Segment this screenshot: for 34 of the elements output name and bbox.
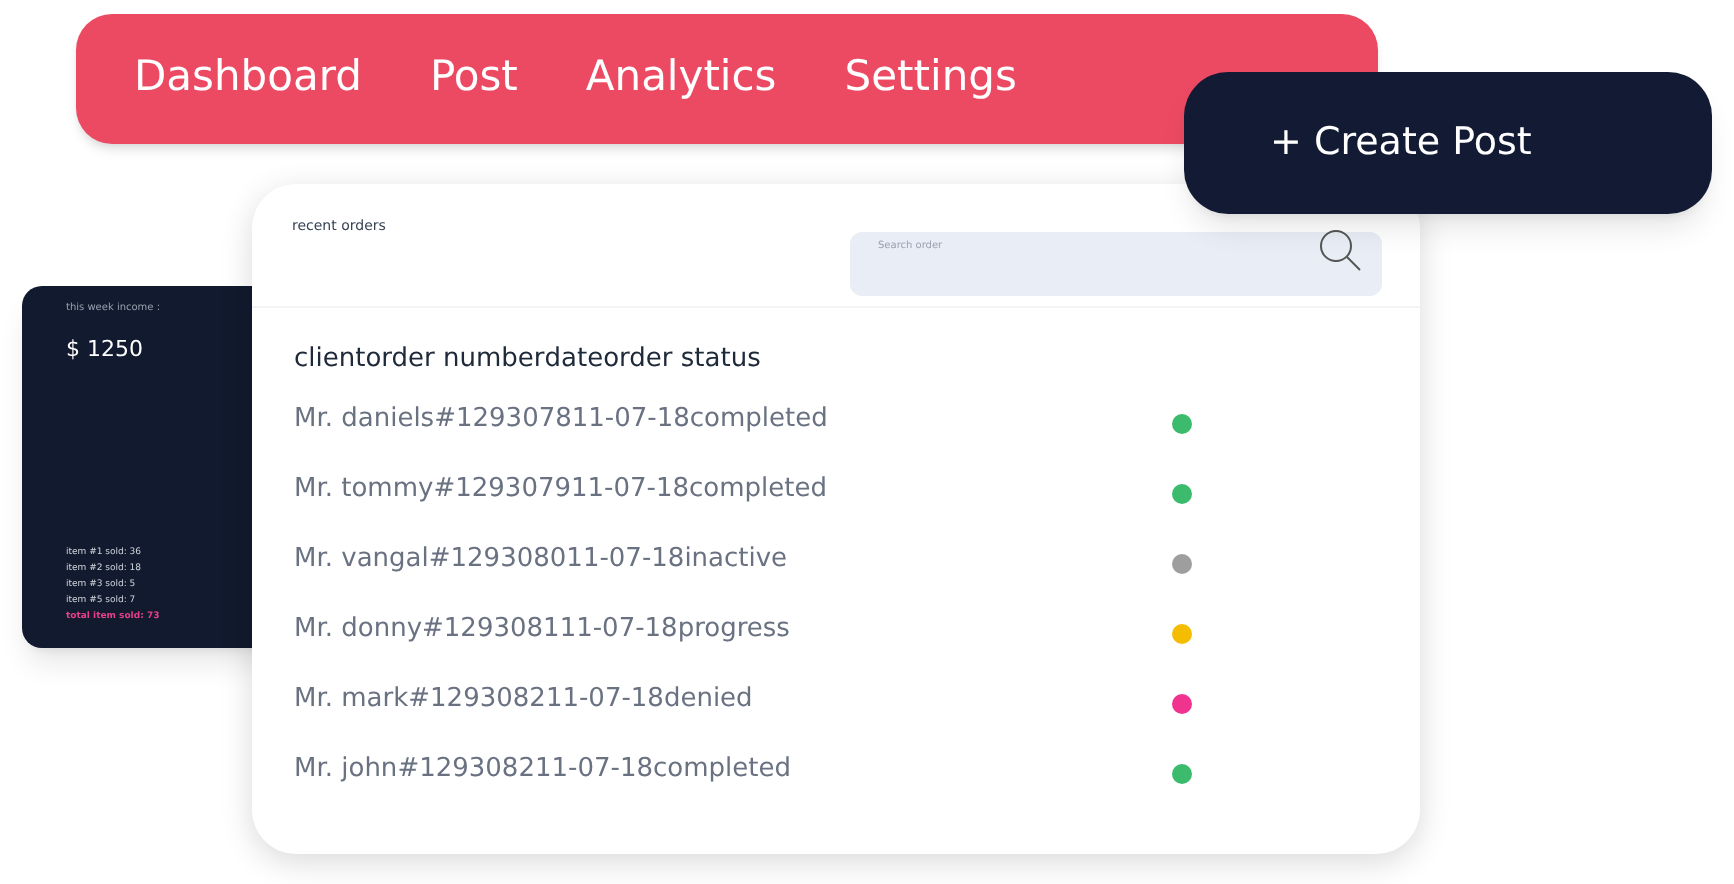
order-number-cell-text: #1293078 [434, 401, 572, 438]
client-cell-text: Mr. vangal [294, 541, 429, 578]
client-cell-text: Mr. donny [294, 611, 423, 648]
create-post-button[interactable]: + Create Post [1184, 72, 1712, 214]
client-cell-text: Mr. tommy [294, 471, 434, 508]
date-cell-text: 11-07-18 [545, 681, 664, 718]
status-cell-text: inactive [684, 541, 788, 578]
date-cell-text: 11-07-18 [566, 541, 685, 578]
order-number-cell-text: #1293082 [408, 681, 546, 718]
column-header: date [544, 342, 604, 378]
nav-link[interactable]: Post [429, 45, 518, 109]
client-cell-text: Mr. daniels [294, 401, 435, 438]
date-cell-text: 11-07-18 [571, 471, 690, 508]
search-icon [1318, 228, 1362, 272]
nav-link[interactable]: Settings [844, 45, 1017, 109]
column-header: client [294, 342, 366, 378]
nav-link[interactable]: Analytics [585, 45, 777, 109]
date-cell-text: 11-07-18 [559, 611, 678, 648]
column-header: order number [365, 342, 545, 378]
client-cell-text: Mr. john [294, 751, 398, 788]
column-header: order status [603, 342, 761, 378]
date-cell-text: 11-07-18 [571, 401, 690, 438]
date-cell-text: 11-07-18 [534, 751, 653, 788]
order-number-cell-text: #1293081 [422, 611, 560, 648]
status-cell-text: completed [689, 471, 828, 508]
status-cell-text: denied [663, 681, 753, 718]
nav-link[interactable]: Dashboard [134, 45, 362, 109]
status-cell-text: completed [689, 401, 828, 438]
order-number-cell-text: #1293080 [428, 541, 567, 578]
client-cell-text: Mr. mark [294, 681, 409, 718]
status-cell-text: progress [677, 611, 790, 648]
status-cell-text: completed [653, 751, 791, 788]
order-number-cell-text: #1293082 [397, 751, 535, 788]
order-number-cell-text: #1293079 [433, 471, 572, 508]
